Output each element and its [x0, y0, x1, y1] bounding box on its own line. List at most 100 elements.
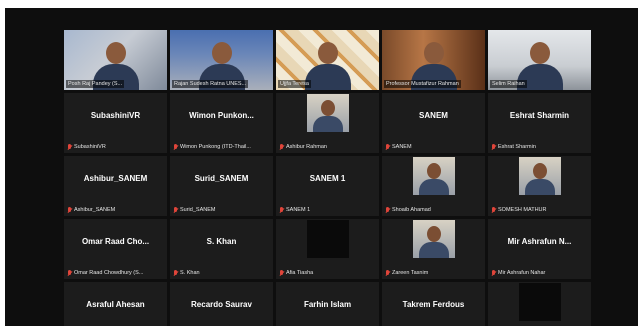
participant-tile[interactable]: S. Khan S. Khan [170, 219, 273, 279]
participant-name-label: Omar Raad Chowdhury (S... [66, 269, 145, 277]
participant-display-name: SANEM 1 [309, 174, 346, 183]
participant-tile[interactable]: Ashibur Rahman [276, 93, 379, 153]
participant-name-text: Ujjfa Teresa [280, 81, 309, 87]
muted-mic-icon [386, 144, 390, 150]
participant-display-name: SANEM [419, 111, 448, 120]
participant-tile[interactable]: Shoaib Ahamad [382, 156, 485, 216]
participant-tile[interactable]: SANEM SANEM [382, 93, 485, 153]
participant-tile[interactable]: Surid_SANEM Surid_SANEM [170, 156, 273, 216]
muted-mic-icon [386, 207, 390, 213]
participant-name-label: Mir Ashrafun Nahar [490, 269, 547, 277]
muted-mic-icon [492, 207, 496, 213]
participant-display-name: Asraful Ahesan [86, 300, 145, 309]
participant-name-label: Rajan Sudesh Ratna UNES... [172, 80, 249, 88]
participant-tile[interactable]: Recardo SauravRecardo Saurav [170, 282, 273, 326]
participant-name-text: Surid_SANEM [180, 207, 216, 213]
participant-name-label: Ashibur Rahman [278, 143, 329, 151]
participant-tile[interactable]: Rajan Sudesh Ratna UNES... [170, 30, 273, 90]
participant-name-label: Wimon Punkong (ITD-Thail... [172, 143, 253, 151]
participant-tile[interactable]: Zareen Tasnim [382, 219, 485, 279]
participant-name-label: Eshrat Sharmin [490, 143, 538, 151]
participant-name-text: Posh Raj Pandey (S... [68, 81, 123, 87]
participant-name-text: Mir Ashrafun Nahar [498, 270, 546, 276]
participant-name-label: Selim Raihan [490, 80, 527, 88]
participant-name-text: Ashibur Rahman [286, 144, 327, 150]
participant-tile[interactable]: Ashibur_SANEM Ashibur_SANEM [64, 156, 167, 216]
person-head-shape [211, 42, 232, 64]
participant-name-label: SOMESH MATHUR [490, 206, 548, 214]
participant-display-name: Farhin Islam [303, 300, 352, 309]
person-head-shape [320, 100, 335, 116]
participant-name-label: SANEM [384, 143, 414, 151]
person-head-shape [426, 226, 441, 242]
participant-name-label: Surid_SANEM [172, 206, 217, 214]
participant-tile[interactable]: SANEM 1 SANEM 1 [276, 156, 379, 216]
participant-tile[interactable]: Afia Tiasha [276, 219, 379, 279]
participant-photo [518, 157, 561, 195]
participant-name-text: Rajan Sudesh Ratna UNES... [174, 81, 247, 87]
participant-tile[interactable]: Takrem FerdousTakrem Ferdous [382, 282, 485, 326]
participant-display-name: S. Khan [206, 237, 237, 246]
participant-name-text: Zareen Tasnim [392, 270, 429, 276]
muted-mic-icon [68, 207, 72, 213]
participant-name-text: Eshrat Sharmin [498, 144, 536, 150]
participant-tile[interactable]: Md Nadim Uddin [488, 282, 591, 326]
participant-photo [306, 220, 349, 258]
participant-name-label: Ashibur_SANEM [66, 206, 117, 214]
person-body-shape [418, 242, 449, 258]
participant-photo [518, 283, 561, 321]
participant-tile[interactable]: Wimon Punkon... Wimon Punkong (ITD-Thail.… [170, 93, 273, 153]
participant-name-text: SubashiniVR [74, 144, 106, 150]
participant-tile[interactable]: Ujjfa Teresa [276, 30, 379, 90]
participant-name-label: Afia Tiasha [278, 269, 315, 277]
participant-photo [306, 94, 349, 132]
participant-name-text: S. Khan [180, 270, 200, 276]
muted-mic-icon [174, 270, 178, 276]
participant-tile[interactable]: Asraful AhesanAsraful Ahesan [64, 282, 167, 326]
participant-tile[interactable]: Selim Raihan [488, 30, 591, 90]
participant-photo [412, 220, 455, 258]
muted-mic-icon [492, 144, 496, 150]
gallery-grid: Posh Raj Pandey (S... Rajan Sudesh Ratna … [64, 30, 591, 326]
participant-tile[interactable]: Mir Ashrafun N... Mir Ashrafun Nahar [488, 219, 591, 279]
participant-name-text: Omar Raad Chowdhury (S... [74, 270, 144, 276]
participant-display-name: SubashiniVR [90, 111, 141, 120]
participant-name-text: Ashibur_SANEM [74, 207, 116, 213]
participant-display-name: Ashibur_SANEM [83, 174, 148, 183]
muted-mic-icon [68, 270, 72, 276]
person-head-shape [105, 42, 126, 64]
muted-mic-icon [174, 207, 178, 213]
participant-display-name: Takrem Ferdous [402, 300, 465, 309]
participant-name-label: Shoaib Ahamad [384, 206, 433, 214]
participant-name-text: Selim Raihan [492, 81, 525, 87]
participant-name-label: Zareen Tasnim [384, 269, 430, 277]
participant-tile[interactable]: SubashiniVR SubashiniVR [64, 93, 167, 153]
participant-display-name: Surid_SANEM [194, 174, 249, 183]
participant-name-text: SANEM [392, 144, 412, 150]
muted-mic-icon [386, 270, 390, 276]
participant-name-text: Shoaib Ahamad [392, 207, 431, 213]
participant-name-text: Wimon Punkong (ITD-Thail... [180, 144, 251, 150]
participant-display-name: Mir Ashrafun N... [507, 237, 572, 246]
participant-display-name: Wimon Punkon... [189, 111, 254, 120]
muted-mic-icon [280, 270, 284, 276]
participant-tile[interactable]: Posh Raj Pandey (S... [64, 30, 167, 90]
person-head-shape [529, 42, 550, 64]
participant-name-text: Professor Mustafizur Rahman [386, 81, 459, 87]
participant-display-name: Omar Raad Cho... [81, 237, 150, 246]
person-head-shape [423, 42, 444, 64]
muted-mic-icon [492, 270, 496, 276]
participant-tile[interactable]: Farhin IslamFarhin Islam [276, 282, 379, 326]
person-body-shape [304, 64, 351, 90]
person-body-shape [312, 116, 343, 132]
muted-mic-icon [280, 144, 284, 150]
participant-name-label: S. Khan [172, 269, 202, 277]
muted-mic-icon [280, 207, 284, 213]
participant-name-label: Professor Mustafizur Rahman [384, 80, 461, 88]
participant-tile[interactable]: Omar Raad Cho... Omar Raad Chowdhury (S..… [64, 219, 167, 279]
participant-tile[interactable]: Professor Mustafizur Rahman [382, 30, 485, 90]
participant-tile[interactable]: Eshrat Sharmin Eshrat Sharmin [488, 93, 591, 153]
participant-tile[interactable]: SOMESH MATHUR [488, 156, 591, 216]
participant-name-label: Ujjfa Teresa [278, 80, 311, 88]
participant-photo [412, 157, 455, 195]
